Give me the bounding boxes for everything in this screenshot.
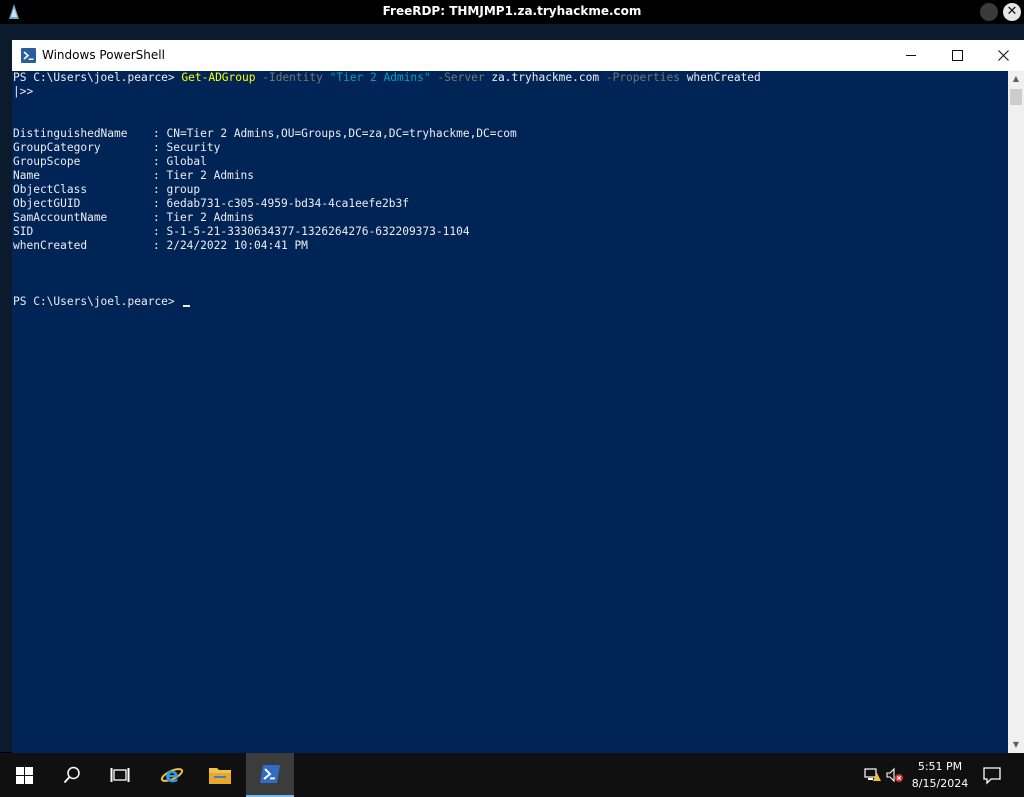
maximize-button[interactable] xyxy=(934,40,980,71)
prompt: PS C:\Users\joel.pearce> xyxy=(13,295,182,308)
svg-text:e: e xyxy=(165,763,179,787)
task-view-button[interactable] xyxy=(96,753,144,797)
property-name: DistinguishedName xyxy=(13,127,128,140)
property-row: ObjectClass : group xyxy=(13,183,200,197)
search-button[interactable] xyxy=(48,753,96,797)
properties-value: whenCreated xyxy=(686,71,761,84)
property-name: GroupCategory xyxy=(13,141,101,154)
scrollbar-thumb[interactable] xyxy=(1010,89,1022,105)
rdp-title-bar: FreeRDP: THMJMP1.za.tryhackme.com ✕ xyxy=(0,0,1024,24)
property-name: SamAccountName xyxy=(13,211,108,224)
property-row: DistinguishedName : CN=Tier 2 Admins,OU=G… xyxy=(13,127,517,141)
cmdlet: Get-ADGroup xyxy=(181,71,256,84)
property-value: : Global xyxy=(153,155,207,168)
action-center-icon[interactable] xyxy=(980,763,1004,787)
server-value: za.tryhackme.com xyxy=(491,71,600,84)
volume-muted-icon[interactable] xyxy=(886,767,904,783)
scroll-up-arrow-icon[interactable]: ▲ xyxy=(1008,71,1024,87)
internet-explorer-taskbar-button[interactable]: e xyxy=(148,753,196,797)
minimize-icon xyxy=(906,55,916,56)
close-button[interactable] xyxy=(980,40,1024,71)
property-row: ObjectGUID : 6edab731-c305-4959-bd34-4ca1… xyxy=(13,197,409,211)
task-view-icon xyxy=(110,768,130,782)
param-identity: -Identity xyxy=(262,71,323,84)
property-value: : 6edab731-c305-4959-bd34-4ca1eefe2b3f xyxy=(153,197,409,210)
property-row: GroupScope : Global xyxy=(13,155,207,169)
scroll-down-arrow-icon[interactable]: ▼ xyxy=(1008,737,1024,753)
property-name: SID xyxy=(13,225,34,238)
window-title-bar[interactable]: Windows PowerShell xyxy=(12,40,1024,71)
param-server: -Server xyxy=(437,71,485,84)
prompt: PS C:\Users\joel.pearce> xyxy=(13,71,182,84)
property-name: Name xyxy=(13,169,40,182)
file-explorer-taskbar-button[interactable] xyxy=(196,753,244,797)
property-row: SID : S-1-5-21-3330634377-1326264276-6322… xyxy=(13,225,470,239)
command-line: PS C:\Users\joel.pearce> Get-ADGroup -Id… xyxy=(13,71,761,85)
property-name: whenCreated xyxy=(13,239,88,252)
property-value: : Tier 2 Admins xyxy=(153,211,255,224)
property-value: : Tier 2 Admins xyxy=(153,169,255,182)
rdp-window-title: FreeRDP: THMJMP1.za.tryhackme.com xyxy=(382,4,642,18)
property-row: GroupCategory : Security xyxy=(13,141,220,155)
file-explorer-icon xyxy=(209,768,231,784)
powershell-window: Windows PowerShell PS C:\Users\joel.pear… xyxy=(12,40,1024,753)
search-icon xyxy=(63,766,80,784)
property-value: : group xyxy=(153,183,201,196)
continuation-prompt: |>> xyxy=(13,85,34,98)
minimize-button[interactable] xyxy=(888,40,934,71)
taskbar: e 5:51 PM 8/15/2024 xyxy=(0,753,1024,797)
property-row: whenCreated : 2/24/2022 10:04:41 PM xyxy=(13,239,308,253)
text-cursor xyxy=(183,305,191,307)
rdp-minimize-button[interactable] xyxy=(980,3,998,21)
maximize-icon xyxy=(951,50,963,61)
system-clock[interactable]: 5:51 PM 8/15/2024 xyxy=(904,758,976,792)
window-title: Windows PowerShell xyxy=(42,48,165,62)
property-name: GroupScope xyxy=(13,155,81,168)
property-name: ObjectGUID xyxy=(13,197,81,210)
property-row: SamAccountName : Tier 2 Admins xyxy=(13,211,254,225)
clock-date: 8/15/2024 xyxy=(911,777,969,790)
final-prompt-line: PS C:\Users\joel.pearce> xyxy=(13,295,191,309)
close-icon: ✕ xyxy=(1006,4,1018,19)
network-icon[interactable] xyxy=(864,767,882,783)
start-button[interactable] xyxy=(0,753,48,797)
property-name: ObjectClass xyxy=(13,183,88,196)
identity-value: "Tier 2 Admins" xyxy=(329,71,431,84)
rdp-close-button[interactable]: ✕ xyxy=(1003,3,1021,21)
close-icon xyxy=(997,50,1009,61)
property-value: : S-1-5-21-3330634377-1326264276-6322093… xyxy=(153,225,470,238)
powershell-icon xyxy=(21,48,36,63)
clock-time: 5:51 PM xyxy=(917,760,963,773)
console-output[interactable]: PS C:\Users\joel.pearce> Get-ADGroup -Id… xyxy=(12,71,1008,753)
property-value: : 2/24/2022 10:04:41 PM xyxy=(153,239,308,252)
property-value: : Security xyxy=(153,141,221,154)
vertical-scrollbar[interactable]: ▲ ▼ xyxy=(1008,71,1024,753)
powershell-icon xyxy=(260,765,280,783)
param-properties: -Properties xyxy=(605,71,680,84)
internet-explorer-icon: e xyxy=(160,763,184,787)
windows-start-icon xyxy=(15,766,33,784)
property-value: : CN=Tier 2 Admins,OU=Groups,DC=za,DC=tr… xyxy=(153,127,517,140)
powershell-taskbar-button[interactable] xyxy=(246,753,294,797)
property-row: Name : Tier 2 Admins xyxy=(13,169,254,183)
